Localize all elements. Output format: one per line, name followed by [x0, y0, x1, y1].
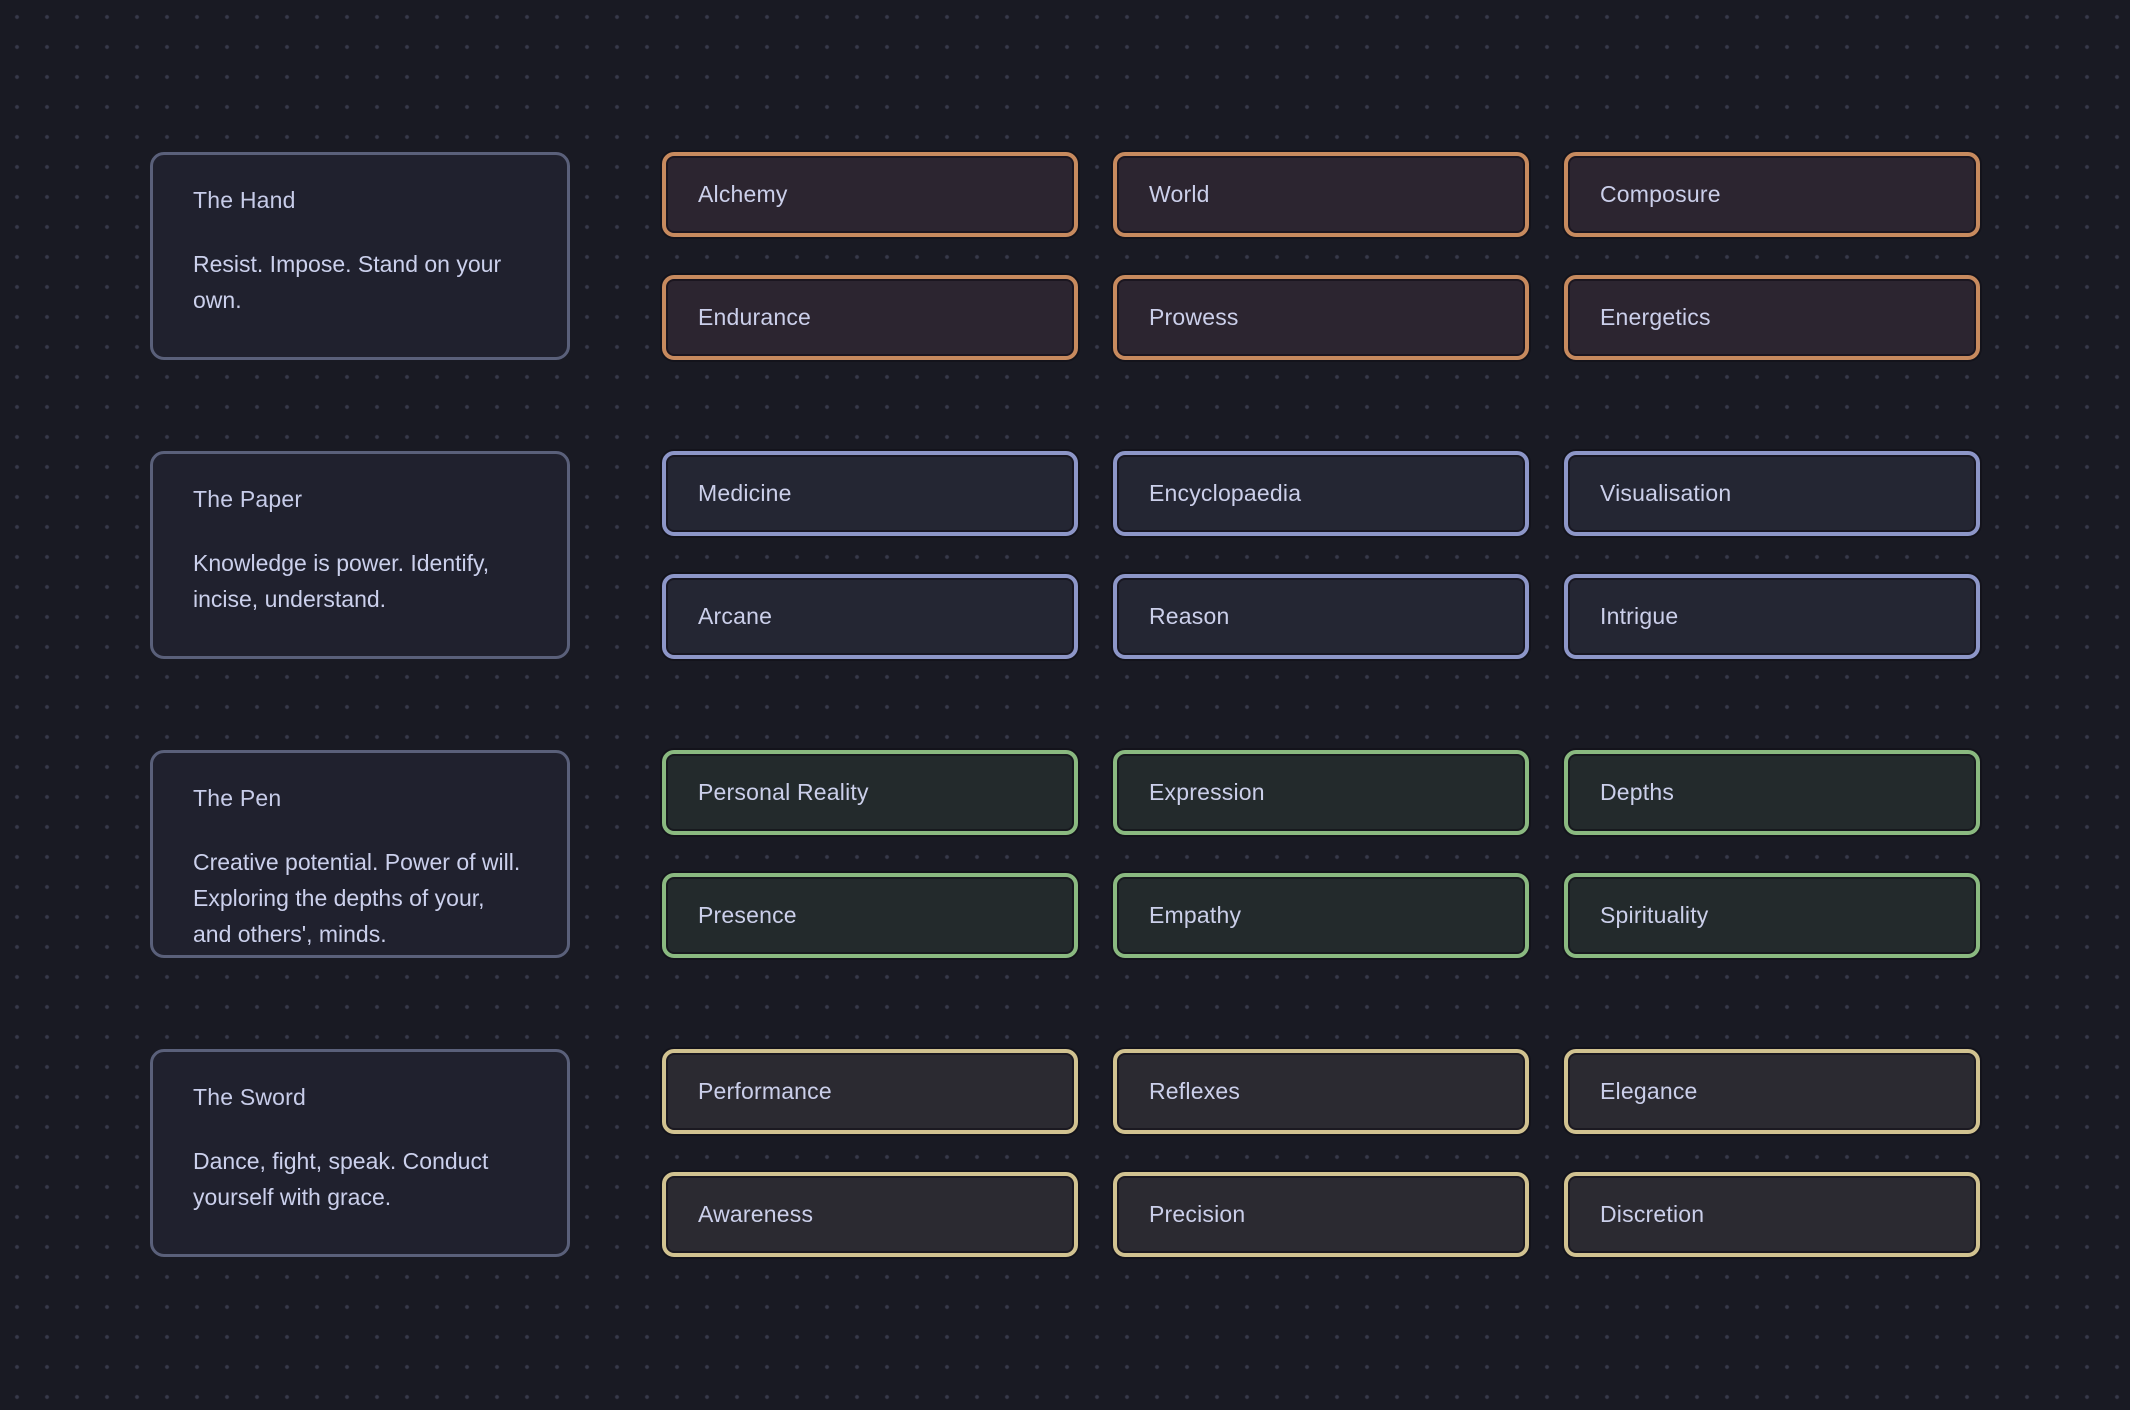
skill-label: Spirituality — [1600, 902, 1709, 929]
attribute-section-pen: The Pen Creative potential. Power of wil… — [150, 750, 1980, 958]
skill-label: Presence — [698, 902, 797, 929]
skill-label: Empathy — [1149, 902, 1241, 929]
skill-button-elegance[interactable]: Elegance — [1564, 1049, 1980, 1134]
skill-button-precision[interactable]: Precision — [1113, 1172, 1529, 1257]
attribute-description: Dance, fight, speak. Conduct yourself wi… — [193, 1143, 527, 1215]
attribute-title: The Pen — [193, 784, 527, 812]
skill-label: Visualisation — [1600, 480, 1731, 507]
attribute-card: The Sword Dance, fight, speak. Conduct y… — [150, 1049, 570, 1257]
skill-label: Prowess — [1149, 304, 1239, 331]
skill-label: Arcane — [698, 603, 772, 630]
skill-grid: Medicine Encyclopaedia Visualisation Arcane… — [662, 451, 1980, 659]
skills-page: The Hand Resist. Impose. Stand on your o… — [0, 0, 2130, 1410]
skill-button-performance[interactable]: Performance — [662, 1049, 1078, 1134]
skill-button-alchemy[interactable]: Alchemy — [662, 152, 1078, 237]
attribute-description: Resist. Impose. Stand on your own. — [193, 246, 527, 318]
skill-button-empathy[interactable]: Empathy — [1113, 873, 1529, 958]
attribute-card: The Pen Creative potential. Power of wil… — [150, 750, 570, 958]
skill-label: Reflexes — [1149, 1078, 1240, 1105]
skill-grid: Performance Reflexes Elegance Awareness Prec… — [662, 1049, 1980, 1257]
skill-grid: Personal Reality Expression Depths Presence… — [662, 750, 1980, 958]
skill-label: Intrigue — [1600, 603, 1678, 630]
skill-button-medicine[interactable]: Medicine — [662, 451, 1078, 536]
attribute-title: The Hand — [193, 186, 527, 214]
attribute-section-paper: The Paper Knowledge is power. Identify, … — [150, 451, 1980, 659]
skill-label: Composure — [1600, 181, 1721, 208]
attribute-section-hand: The Hand Resist. Impose. Stand on your o… — [150, 152, 1980, 360]
attribute-title: The Sword — [193, 1083, 527, 1111]
skill-button-spirituality[interactable]: Spirituality — [1564, 873, 1980, 958]
skill-button-world[interactable]: World — [1113, 152, 1529, 237]
skill-label: Depths — [1600, 779, 1674, 806]
skill-label: Expression — [1149, 779, 1265, 806]
skill-button-reason[interactable]: Reason — [1113, 574, 1529, 659]
skill-label: Elegance — [1600, 1078, 1698, 1105]
skill-label: Performance — [698, 1078, 832, 1105]
skill-button-reflexes[interactable]: Reflexes — [1113, 1049, 1529, 1134]
skill-button-discretion[interactable]: Discretion — [1564, 1172, 1980, 1257]
skill-label: Precision — [1149, 1201, 1245, 1228]
skill-label: Endurance — [698, 304, 811, 331]
skill-label: Energetics — [1600, 304, 1711, 331]
attribute-description: Knowledge is power. Identify, incise, un… — [193, 545, 527, 617]
attribute-description: Creative potential. Power of will. Explo… — [193, 844, 527, 952]
skill-button-arcane[interactable]: Arcane — [662, 574, 1078, 659]
skill-label: World — [1149, 181, 1210, 208]
skill-button-personal-reality[interactable]: Personal Reality — [662, 750, 1078, 835]
skill-button-awareness[interactable]: Awareness — [662, 1172, 1078, 1257]
skill-button-prowess[interactable]: Prowess — [1113, 275, 1529, 360]
skill-label: Personal Reality — [698, 779, 869, 806]
skill-label: Discretion — [1600, 1201, 1704, 1228]
skill-button-presence[interactable]: Presence — [662, 873, 1078, 958]
skill-label: Reason — [1149, 603, 1229, 630]
attribute-card: The Hand Resist. Impose. Stand on your o… — [150, 152, 570, 360]
skill-button-depths[interactable]: Depths — [1564, 750, 1980, 835]
skill-label: Awareness — [698, 1201, 813, 1228]
skill-button-energetics[interactable]: Energetics — [1564, 275, 1980, 360]
skill-button-endurance[interactable]: Endurance — [662, 275, 1078, 360]
skill-grid: Alchemy World Composure Endurance Prowess Ene… — [662, 152, 1980, 360]
skill-button-intrigue[interactable]: Intrigue — [1564, 574, 1980, 659]
attribute-card: The Paper Knowledge is power. Identify, … — [150, 451, 570, 659]
attribute-title: The Paper — [193, 485, 527, 513]
skill-button-encyclopaedia[interactable]: Encyclopaedia — [1113, 451, 1529, 536]
attribute-section-sword: The Sword Dance, fight, speak. Conduct y… — [150, 1049, 1980, 1257]
skill-label: Encyclopaedia — [1149, 480, 1301, 507]
skill-label: Alchemy — [698, 181, 788, 208]
skill-button-expression[interactable]: Expression — [1113, 750, 1529, 835]
skill-button-composure[interactable]: Composure — [1564, 152, 1980, 237]
skill-label: Medicine — [698, 480, 792, 507]
skill-button-visualisation[interactable]: Visualisation — [1564, 451, 1980, 536]
